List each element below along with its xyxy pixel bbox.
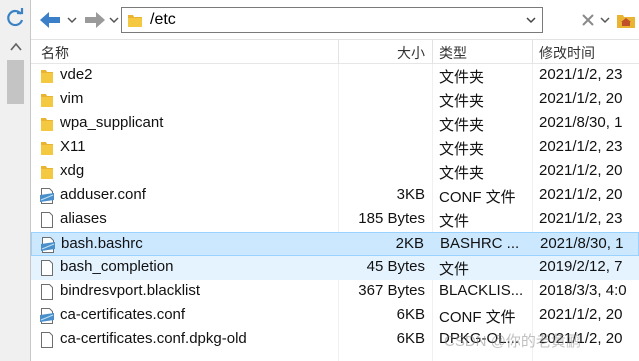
file-modified: 2021/1/2, 20	[539, 90, 623, 107]
close-icon	[582, 14, 594, 26]
folder-icon	[128, 15, 142, 27]
file-name: X11	[60, 138, 86, 155]
file-row[interactable]: adduser.conf 3KB CONF 文件 2021/1/2, 20	[31, 184, 639, 208]
column-modified-header[interactable]: 修改时间	[539, 43, 595, 63]
address-bar[interactable]: /etc	[121, 7, 543, 33]
folder-icon	[39, 139, 55, 157]
file-name: wpa_supplicant	[60, 114, 164, 131]
toolbar: /etc	[31, 0, 639, 40]
file-row[interactable]: wpa_supplicant 文件夹 2021/8/30, 1	[31, 112, 639, 136]
file-row[interactable]: vim 文件夹 2021/1/2, 20	[31, 88, 639, 112]
file-modified: 2021/1/2, 20	[539, 186, 623, 203]
config-file-icon	[39, 307, 55, 325]
forward-button[interactable]	[82, 9, 108, 31]
column-divider[interactable]	[338, 40, 339, 64]
file-row[interactable]: bash.bashrc 2KB BASHRC ... 2021/8/30, 1	[31, 232, 639, 256]
back-history-dropdown[interactable]	[66, 9, 78, 31]
file-modified: 2021/1/2, 23	[539, 138, 623, 155]
chevron-down-icon	[67, 17, 77, 24]
file-name: ca-certificates.conf	[60, 306, 186, 323]
file-row[interactable]: vde2 文件夹 2021/1/2, 23	[31, 64, 639, 88]
folder-icon	[39, 67, 55, 85]
config-file-icon	[39, 187, 55, 205]
scroll-up-arrow-icon[interactable]	[8, 40, 24, 54]
file-type: 文件夹	[439, 93, 485, 110]
forward-history-dropdown[interactable]	[108, 9, 120, 31]
file-size: 185 Bytes	[358, 210, 425, 227]
file-icon	[39, 211, 55, 229]
file-type: 文件	[439, 213, 470, 230]
back-arrow-icon	[40, 12, 60, 28]
file-modified: 2021/1/2, 23	[539, 66, 623, 83]
file-size: 2KB	[395, 235, 424, 252]
file-row[interactable]: xdg 文件夹 2021/1/2, 20	[31, 160, 639, 184]
column-size-header[interactable]: 大小	[397, 43, 425, 63]
file-type: BLACKLIS...	[439, 282, 524, 299]
file-modified: 2021/8/30, 1	[539, 114, 623, 131]
file-type: BASHRC ...	[440, 235, 520, 252]
file-name: bash_completion	[60, 258, 174, 275]
file-size: 45 Bytes	[366, 258, 425, 275]
file-modified: 2019/2/12, 7	[539, 258, 623, 275]
file-type: CONF 文件	[439, 189, 516, 206]
file-size: 6KB	[396, 306, 425, 323]
file-row[interactable]: bash_completion 45 Bytes 文件 2019/2/12, 7	[31, 256, 639, 280]
address-path: /etc	[150, 11, 176, 28]
file-name: vde2	[60, 66, 93, 83]
home-button[interactable]	[616, 9, 636, 31]
file-name: xdg	[60, 162, 85, 179]
file-type: 文件夹	[439, 165, 485, 182]
folder-icon	[39, 163, 55, 181]
file-type: 文件夹	[439, 141, 485, 158]
stop-dropdown[interactable]	[599, 9, 611, 31]
file-icon	[39, 331, 55, 349]
chevron-down-icon	[109, 17, 119, 24]
file-type: 文件夹	[439, 69, 485, 86]
file-modified: 2018/3/3, 4:0	[539, 282, 627, 299]
file-type: CONF 文件	[439, 309, 516, 326]
back-button[interactable]	[37, 9, 63, 31]
file-modified: 2021/1/2, 20	[539, 306, 623, 323]
column-divider[interactable]	[532, 40, 533, 64]
file-type: 文件夹	[439, 117, 485, 134]
file-row[interactable]: X11 文件夹 2021/1/2, 23	[31, 136, 639, 160]
forward-arrow-icon	[85, 12, 105, 28]
watermark: CSDN @你的老黄鹂	[444, 333, 581, 350]
file-name: bash.bashrc	[61, 235, 143, 252]
stop-button[interactable]	[579, 9, 597, 31]
file-modified: 2021/1/2, 20	[539, 162, 623, 179]
file-size: 6KB	[396, 330, 425, 347]
folder-icon	[39, 91, 55, 109]
left-panel-strip	[0, 0, 31, 361]
file-modified: 2021/8/30, 1	[540, 235, 624, 252]
scrollbar-thumb[interactable]	[7, 60, 24, 104]
file-name: bindresvport.blacklist	[60, 282, 201, 299]
file-name: ca-certificates.conf.dpkg-old	[60, 330, 247, 347]
file-icon	[39, 283, 55, 301]
file-name: aliases	[60, 210, 107, 227]
file-type: 文件	[439, 261, 470, 278]
column-header: 名称 大小 类型 修改时间	[31, 40, 639, 64]
refresh-icon[interactable]	[4, 8, 26, 30]
file-row[interactable]: aliases 185 Bytes 文件 2021/1/2, 23	[31, 208, 639, 232]
chevron-down-icon[interactable]	[525, 13, 537, 27]
file-row[interactable]: ca-certificates.conf 6KB CONF 文件 2021/1/…	[31, 304, 639, 328]
file-name: vim	[60, 90, 84, 107]
folder-icon	[39, 115, 55, 133]
file-size: 367 Bytes	[358, 282, 425, 299]
chevron-down-icon	[600, 17, 610, 24]
file-name: adduser.conf	[60, 186, 146, 203]
home-folder-icon	[617, 15, 635, 28]
file-row[interactable]: bindresvport.blacklist 367 Bytes BLACKLI…	[31, 280, 639, 304]
column-divider[interactable]	[432, 40, 433, 64]
column-name-header[interactable]: 名称	[41, 43, 69, 63]
column-type-header[interactable]: 类型	[439, 43, 467, 63]
config-file-icon	[40, 236, 56, 254]
file-icon	[39, 259, 55, 277]
file-modified: 2021/1/2, 23	[539, 210, 623, 227]
file-size: 3KB	[396, 186, 425, 203]
